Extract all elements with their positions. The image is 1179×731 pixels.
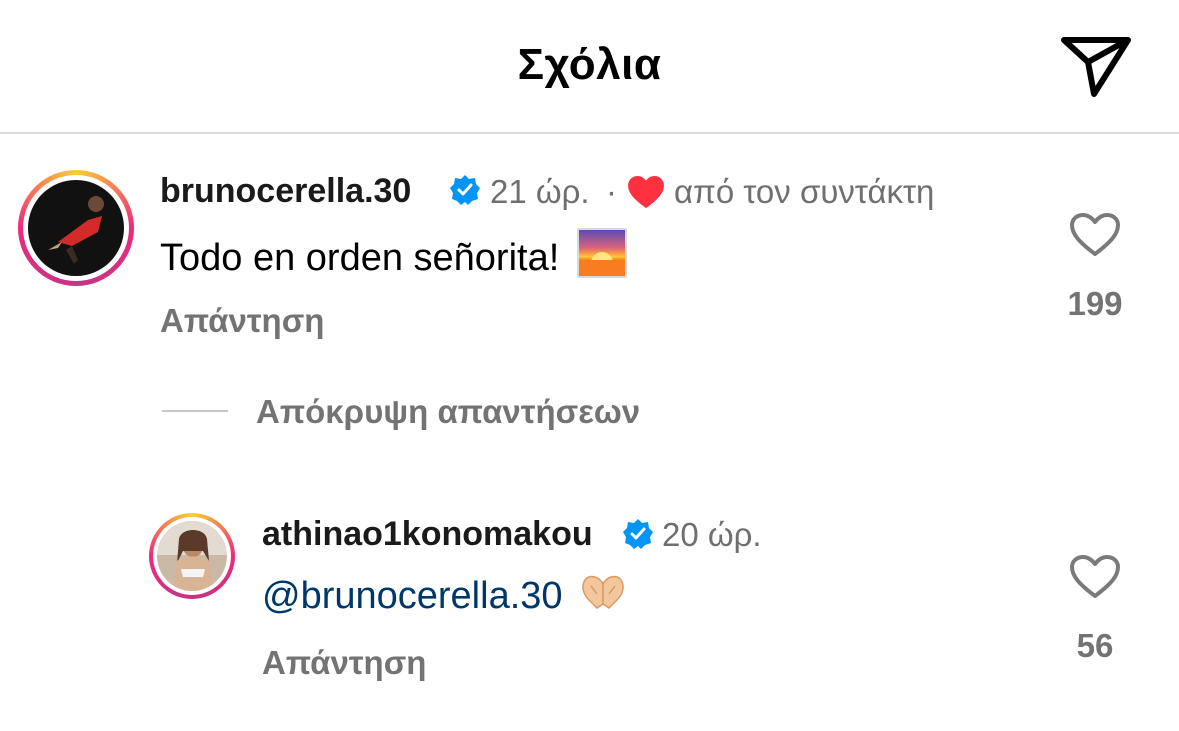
divider	[162, 410, 228, 412]
heart-hands-emoji	[581, 575, 624, 609]
reply-button[interactable]: Απάντηση	[262, 644, 426, 682]
heart-filled-icon	[628, 176, 664, 209]
reply-time: 20 ώρ.	[662, 516, 762, 553]
meta-separator: ·	[606, 173, 617, 210]
comment-time: 21 ώρ.	[490, 173, 590, 210]
hide-replies-button[interactable]: Απόκρυψη απαντήσεων	[256, 393, 640, 431]
comment-text: Todo en orden señorita!	[160, 237, 560, 279]
reply-username[interactable]: athinao1konomakou	[262, 515, 593, 554]
like-count: 56	[1076, 627, 1114, 664]
reply-body: @brunocerella.30	[262, 572, 629, 618]
reply-button[interactable]: Απάντηση	[160, 302, 324, 340]
avatar[interactable]	[18, 170, 134, 286]
verified-badge-icon	[623, 519, 653, 549]
mention-link[interactable]: @brunocerella.30	[262, 575, 563, 617]
like-count: 199	[1067, 285, 1123, 322]
comments-header: Σχόλια	[0, 0, 1179, 134]
heart-outline-icon[interactable]	[1069, 212, 1121, 258]
heart-outline-icon[interactable]	[1069, 554, 1121, 600]
page-title: Σχόλια	[517, 40, 662, 89]
paper-plane-icon[interactable]	[1058, 32, 1134, 98]
comment-body: Todo en orden señorita!	[160, 228, 628, 280]
sunrise-emoji	[577, 228, 628, 278]
comment-username[interactable]: brunocerella.30	[160, 172, 411, 211]
avatar[interactable]	[149, 513, 235, 599]
liked-by-author-label: από τον συντάκτη	[674, 173, 935, 210]
verified-badge-icon	[450, 175, 480, 205]
avatar-image	[157, 521, 227, 591]
avatar-image	[28, 180, 124, 276]
